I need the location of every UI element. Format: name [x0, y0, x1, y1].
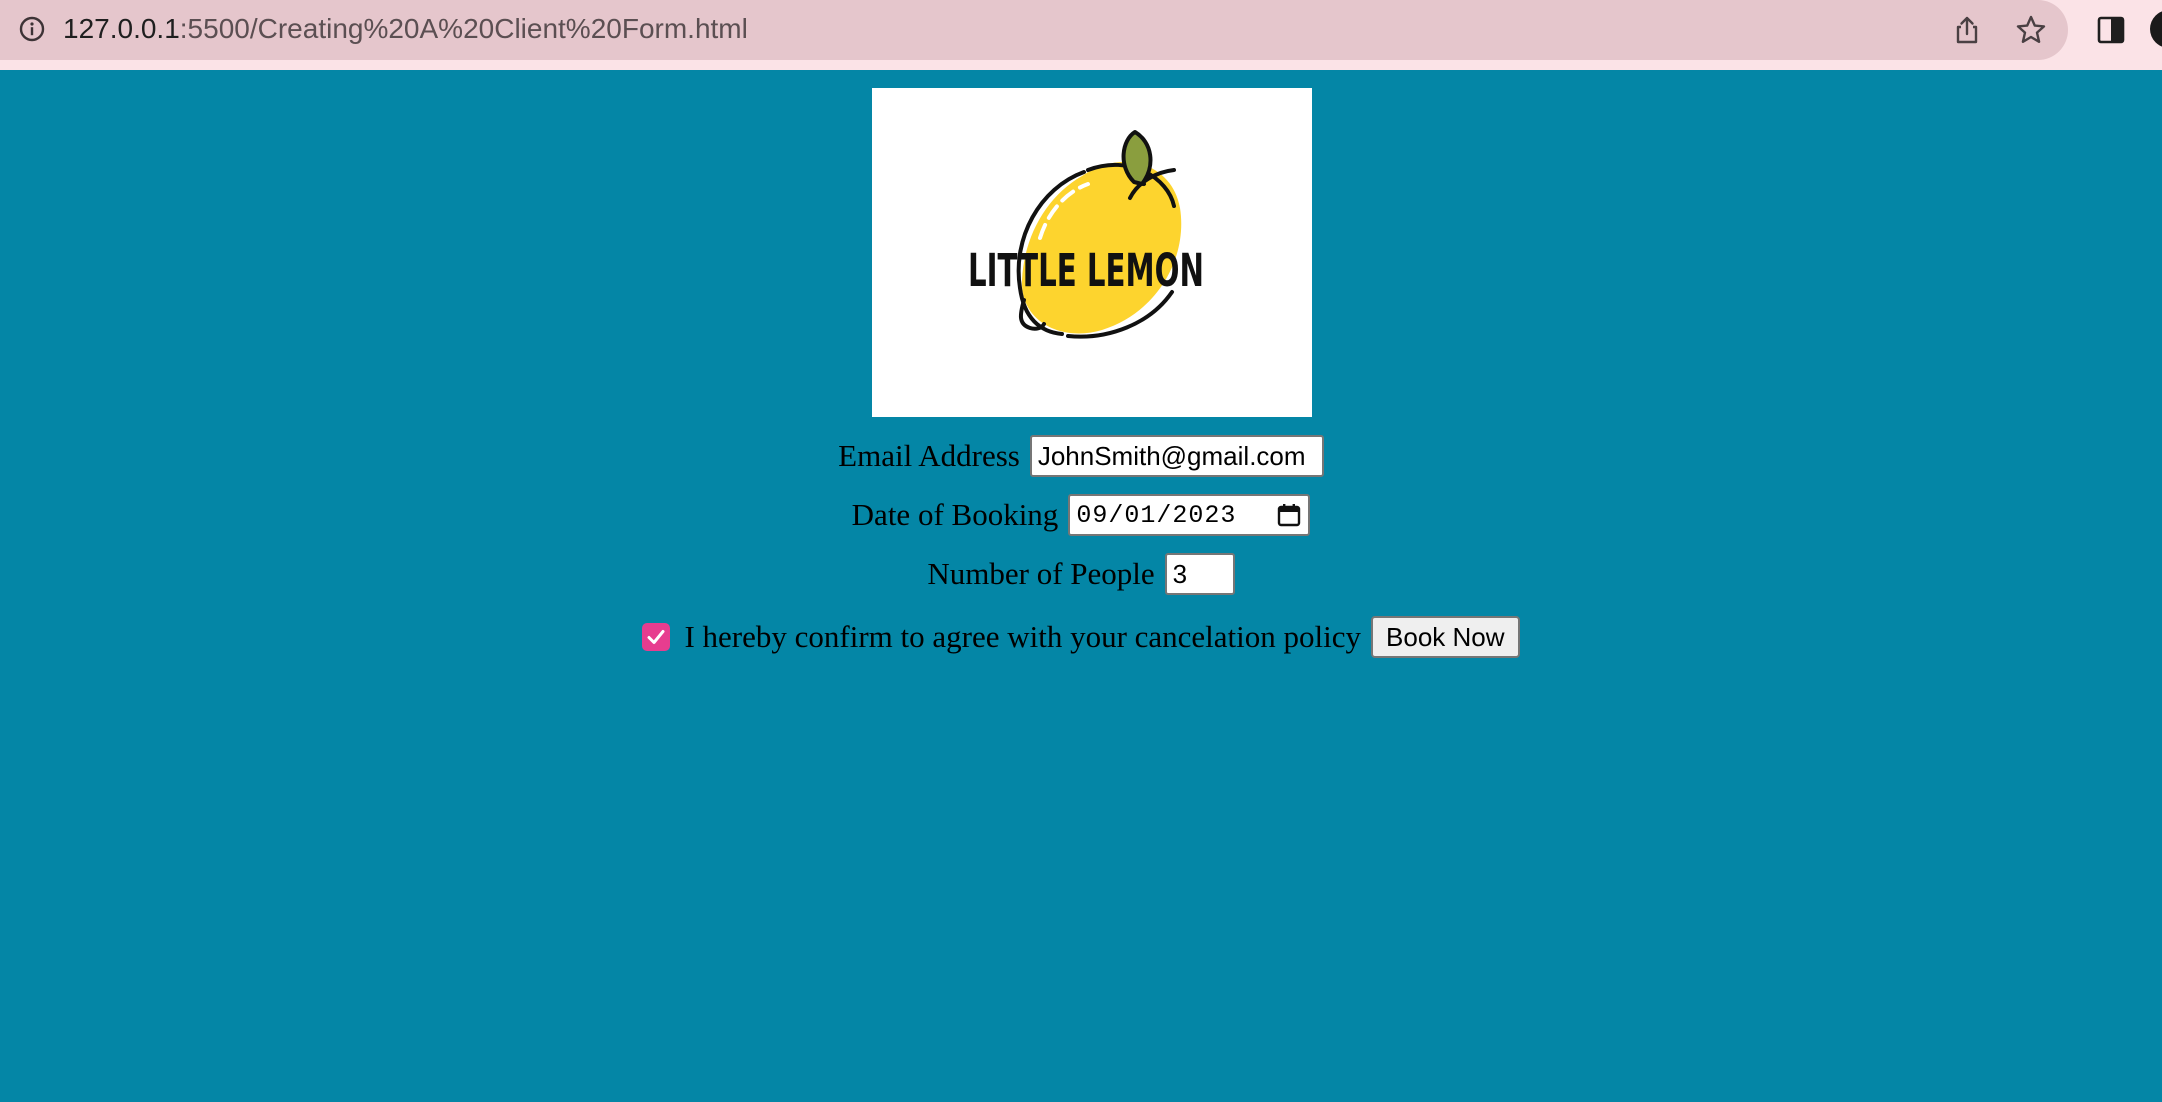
page-body: LITTLE LEMON Email Address Date of Booki…: [0, 70, 2162, 1102]
people-row: Number of People: [0, 551, 2162, 597]
logo-image: LITTLE LEMON: [968, 130, 1204, 339]
little-lemon-logo: LITTLE LEMON: [872, 88, 1312, 417]
logo-text: LITTLE LEMON: [968, 244, 1204, 297]
people-field[interactable]: [1164, 553, 1235, 595]
url-host: 127.0.0.1: [63, 13, 180, 44]
url-path: :5500/Creating%20A%20Client%20Form.html: [179, 13, 748, 44]
email-field[interactable]: [1029, 435, 1324, 477]
date-row: Date of Booking 09/01/2023: [0, 492, 2162, 538]
confirm-label: I hereby confirm to agree with your canc…: [684, 619, 1362, 654]
email-row: Email Address: [0, 433, 2162, 479]
checkmark-icon: [647, 630, 665, 644]
confirm-row: I hereby confirm to agree with your canc…: [0, 612, 2162, 662]
date-value: 09/01/2023: [1076, 500, 1237, 530]
confirm-checkbox[interactable]: [642, 623, 671, 651]
calendar-icon[interactable]: [1276, 502, 1302, 528]
people-label: Number of People: [927, 556, 1155, 591]
address-bar[interactable]: 127.0.0.1:5500/Creating%20A%20Client%20F…: [0, 0, 2068, 60]
star-icon[interactable]: [2014, 13, 2048, 47]
site-info-icon[interactable]: [17, 14, 47, 44]
email-label: Email Address: [838, 438, 1020, 473]
share-icon[interactable]: [1950, 13, 1984, 47]
profile-avatar[interactable]: [2150, 10, 2162, 48]
book-now-button[interactable]: Book Now: [1371, 616, 1520, 658]
side-panel-icon[interactable]: [2094, 13, 2128, 47]
date-field[interactable]: 09/01/2023: [1068, 494, 1311, 536]
browser-toolbar: 127.0.0.1:5500/Creating%20A%20Client%20F…: [0, 0, 2162, 70]
date-label: Date of Booking: [851, 497, 1059, 532]
url-text[interactable]: 127.0.0.1:5500/Creating%20A%20Client%20F…: [63, 10, 748, 48]
